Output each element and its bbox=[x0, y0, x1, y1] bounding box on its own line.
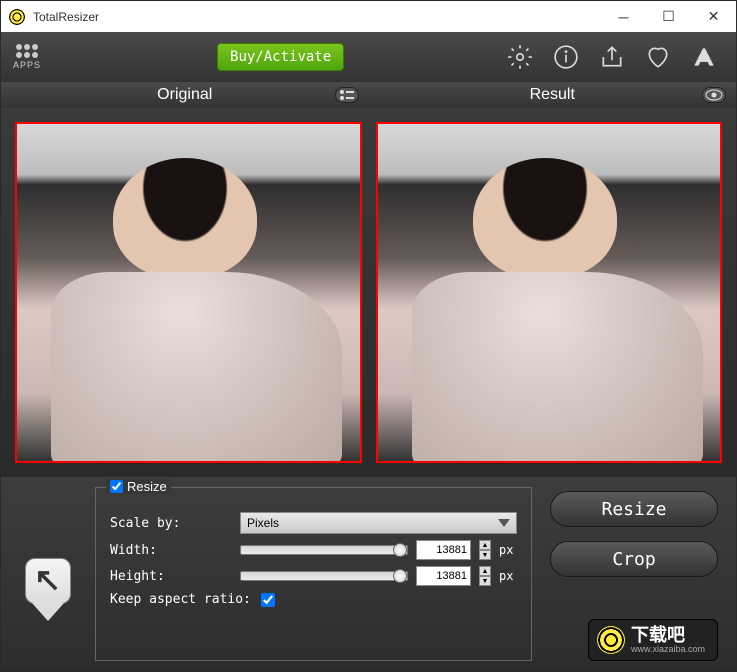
settings-button[interactable] bbox=[504, 41, 536, 73]
resize-enable-checkbox[interactable] bbox=[110, 480, 123, 493]
height-slider[interactable] bbox=[240, 571, 408, 581]
brand-button[interactable] bbox=[688, 41, 720, 73]
width-spinner[interactable]: ▲▼ bbox=[479, 540, 491, 560]
original-image[interactable] bbox=[15, 122, 362, 463]
info-button[interactable] bbox=[550, 41, 582, 73]
width-label: Width: bbox=[110, 543, 230, 558]
keep-ratio-checkbox[interactable] bbox=[261, 593, 275, 607]
eye-icon bbox=[705, 89, 723, 101]
width-input[interactable] bbox=[416, 540, 471, 560]
chevron-down-icon bbox=[32, 603, 64, 621]
apps-label: APPS bbox=[13, 60, 41, 70]
result-view-toggle[interactable] bbox=[702, 87, 726, 103]
keep-ratio-label: Keep aspect ratio: bbox=[110, 592, 251, 607]
result-label: Result bbox=[530, 86, 575, 104]
info-icon bbox=[553, 44, 579, 70]
main-toolbar: APPS Buy/Activate bbox=[1, 32, 736, 82]
window-controls: ─ ☐ ✕ bbox=[601, 2, 736, 31]
preview-area bbox=[1, 108, 736, 477]
unit-label: px bbox=[499, 569, 517, 583]
heart-icon bbox=[645, 44, 671, 70]
original-header: Original bbox=[1, 82, 369, 108]
arrow-up-left-icon bbox=[34, 567, 62, 595]
width-slider[interactable] bbox=[240, 545, 408, 555]
titlebar: TotalResizer ─ ☐ ✕ bbox=[1, 1, 736, 32]
apps-grid-icon bbox=[16, 44, 38, 58]
minimize-button[interactable]: ─ bbox=[601, 2, 646, 31]
share-icon bbox=[599, 44, 625, 70]
scale-by-select[interactable]: Pixels bbox=[240, 512, 517, 534]
height-spinner[interactable]: ▲▼ bbox=[479, 566, 491, 586]
app-window: TotalResizer ─ ☐ ✕ APPS Buy/Activate bbox=[0, 0, 737, 672]
original-view-toggle[interactable] bbox=[335, 87, 359, 103]
brand-a-icon bbox=[691, 44, 717, 70]
result-image[interactable] bbox=[376, 122, 723, 463]
gear-icon bbox=[507, 44, 533, 70]
maximize-button[interactable]: ☐ bbox=[646, 2, 691, 31]
original-label: Original bbox=[157, 86, 212, 104]
close-button[interactable]: ✕ bbox=[691, 2, 736, 31]
favorite-button[interactable] bbox=[642, 41, 674, 73]
app-icon bbox=[9, 9, 25, 25]
scale-by-value: Pixels bbox=[247, 516, 279, 530]
unit-label: px bbox=[499, 543, 517, 557]
crop-button[interactable]: Crop bbox=[550, 541, 718, 577]
expand-button[interactable] bbox=[25, 558, 71, 604]
resize-button[interactable]: Resize bbox=[550, 491, 718, 527]
result-header: Result bbox=[369, 82, 737, 108]
watermark-text: 下载吧 bbox=[631, 626, 705, 644]
resize-group-legend: Resize bbox=[106, 479, 171, 494]
resize-group: Resize Scale by: Pixels Width: ▲▼ px Hei… bbox=[95, 487, 532, 661]
watermark: 下载吧 www.xiazaiba.com bbox=[588, 619, 718, 661]
scale-by-label: Scale by: bbox=[110, 516, 230, 531]
resize-group-label: Resize bbox=[127, 479, 167, 494]
share-button[interactable] bbox=[596, 41, 628, 73]
slider-thumb-icon bbox=[393, 543, 407, 557]
slider-thumb-icon bbox=[393, 569, 407, 583]
watermark-icon bbox=[597, 626, 625, 654]
compare-icon bbox=[338, 89, 356, 101]
app-title: TotalResizer bbox=[33, 10, 601, 24]
watermark-url: www.xiazaiba.com bbox=[631, 644, 705, 654]
buy-activate-button[interactable]: Buy/Activate bbox=[217, 43, 344, 71]
height-label: Height: bbox=[110, 569, 230, 584]
panel-headers: Original Result bbox=[1, 82, 736, 108]
expand-area bbox=[19, 517, 77, 661]
apps-button[interactable]: APPS bbox=[13, 44, 41, 70]
height-input[interactable] bbox=[416, 566, 471, 586]
